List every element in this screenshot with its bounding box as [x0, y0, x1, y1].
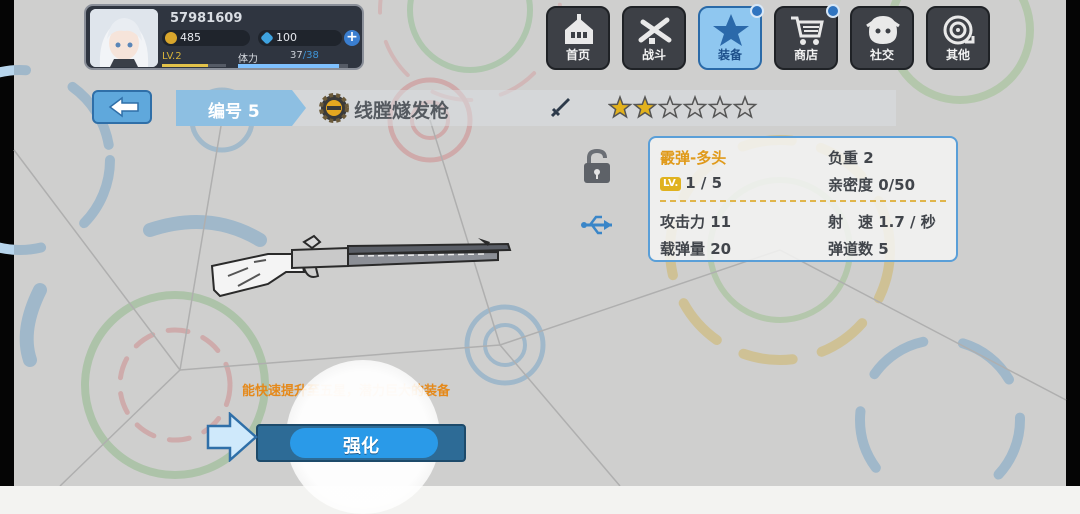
gear-badge-icon	[319, 93, 349, 123]
menu-shop-button[interactable]: 商店	[774, 4, 840, 70]
star-empty-icon	[707, 95, 733, 119]
menu-label: 战斗	[641, 48, 666, 62]
divider	[660, 200, 946, 202]
menu-label: 首页	[565, 48, 590, 62]
add-currency-button[interactable]: +	[344, 30, 360, 46]
stamina-value: 37/38	[290, 50, 319, 61]
menu-other-button[interactable]: 其他	[926, 6, 990, 70]
avatar[interactable]	[90, 9, 158, 67]
level-progress-bar	[162, 64, 226, 67]
capacity-stat: 载弹量 20	[660, 240, 732, 258]
intimacy-stat: 亲密度 0/50	[828, 176, 916, 194]
menu-label: 社交	[869, 48, 894, 62]
tutorial-pointer-arrow-icon	[206, 412, 258, 462]
target-icon	[943, 15, 975, 45]
back-arrow-icon	[108, 96, 139, 118]
level-stat: LV. 1 / 5	[660, 174, 722, 192]
coin-icon	[165, 32, 177, 44]
weapon-stats-panel: 霰弹-多头 负重 2 LV. 1 / 5 亲密度 0/50 攻击力 11 射 速 …	[648, 136, 958, 262]
star-filled-icon	[632, 95, 658, 119]
menu-label: 商店	[793, 48, 818, 62]
weapon-name: 线膛燧发枪	[354, 100, 450, 122]
star-rating	[608, 95, 758, 119]
enhance-button[interactable]: 强化	[256, 424, 466, 462]
star-icon	[713, 14, 749, 46]
star-empty-icon	[657, 95, 683, 119]
player-level: LV.2	[162, 51, 182, 62]
star-empty-icon	[682, 95, 708, 119]
back-button[interactable]	[92, 90, 152, 124]
rifle-image	[210, 234, 512, 298]
stamina-bar	[238, 64, 348, 68]
menu-label: 其他	[945, 48, 970, 62]
star-filled-icon	[608, 95, 633, 119]
coin-counter: 485	[162, 30, 250, 46]
menu-label: 装备	[717, 48, 742, 62]
coin-amount: 485	[180, 31, 201, 44]
fire-rate-stat: 射 速 1.7 / 秒	[828, 213, 936, 231]
lock-icon[interactable]	[580, 148, 614, 186]
notification-dot	[826, 4, 840, 18]
attack-stat: 攻击力 11	[660, 213, 732, 231]
menu-social-button[interactable]: 社交	[850, 6, 914, 70]
weapon-id-label: 编号 5	[208, 102, 260, 122]
crossed-guns-icon	[638, 17, 672, 44]
cart-icon	[791, 16, 824, 45]
player-id: 57981609	[170, 11, 243, 26]
trajectory-stat: 弹道数 5	[828, 240, 889, 258]
gem-counter: 100	[258, 30, 342, 46]
house-icon	[565, 14, 593, 44]
gem-amount: 100	[276, 31, 297, 44]
link-icon[interactable]	[578, 210, 618, 240]
menu-battle-button[interactable]: 战斗	[622, 6, 686, 70]
weight-stat: 负重 2	[828, 149, 874, 167]
enhance-label: 强化	[343, 436, 379, 457]
level-badge: LV.	[660, 177, 682, 191]
player-panel[interactable]: 57981609 485 100 + LV.2 体力 37/38	[84, 4, 364, 70]
ammo-type: 霰弹-多头	[660, 149, 727, 167]
weapon-id-tag: 编号 5	[176, 90, 308, 126]
star-empty-icon	[732, 95, 758, 119]
menu-home-button[interactable]: 首页	[546, 6, 610, 70]
stamina-label: 体力	[238, 54, 258, 65]
gem-icon	[260, 31, 274, 45]
menu-equipment-button[interactable]: 装备	[698, 4, 764, 70]
face-icon	[866, 16, 900, 44]
sword-icon	[550, 98, 570, 118]
notification-dot	[750, 4, 764, 18]
